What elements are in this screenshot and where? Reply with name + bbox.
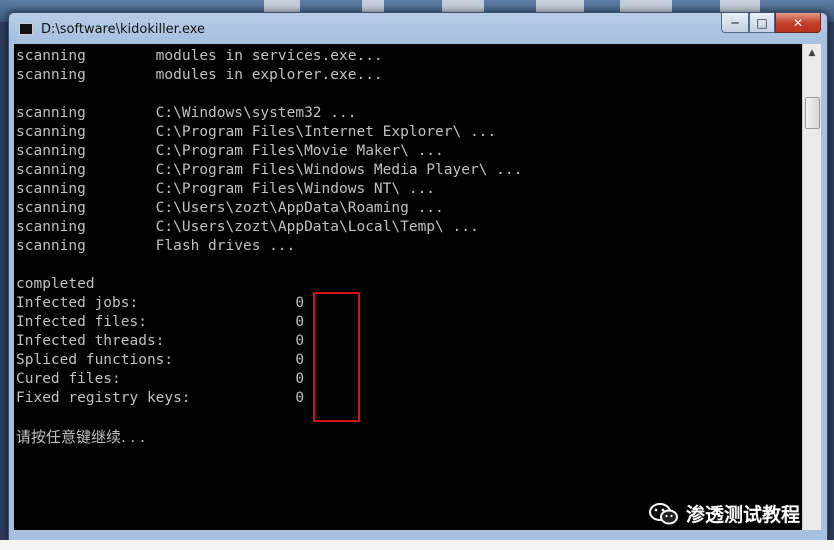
console-line: Fixed registry keys: 0 <box>16 390 305 406</box>
console-line: scanning C:\Program Files\Internet Explo… <box>16 124 497 140</box>
maximize-button[interactable]: □ <box>749 13 775 33</box>
window-controls: ─ □ ✕ <box>721 13 821 35</box>
taskbar-edge <box>0 540 834 550</box>
watermark: 渗透测试教程 <box>648 500 800 527</box>
console-output[interactable]: scanning modules in services.exe... scan… <box>14 44 802 530</box>
wechat-icon <box>649 502 678 524</box>
console-line: Infected jobs: 0 <box>16 295 305 311</box>
scroll-up-arrow-icon[interactable]: ▲ <box>803 44 821 62</box>
window-title: D:\software\kidokiller.exe <box>41 22 206 37</box>
console-line: scanning C:\Program Files\Windows NT\ ..… <box>16 181 436 197</box>
title-bar[interactable]: D:\software\kidokiller.exe ─ □ ✕ <box>9 13 827 45</box>
console-line: scanning C:\Windows\system32 ... <box>16 105 357 121</box>
console-line: scanning C:\Program Files\Windows Media … <box>16 162 523 178</box>
console-line: Spliced functions: 0 <box>16 352 305 368</box>
console-line: scanning C:\Users\zozt\AppData\Roaming .… <box>16 200 444 216</box>
console-line: scanning C:\Users\zozt\AppData\Local\Tem… <box>16 219 479 235</box>
maximize-icon: □ <box>756 15 768 30</box>
console-window: D:\software\kidokiller.exe ─ □ ✕ scannin… <box>8 12 828 542</box>
console-line: scanning modules in explorer.exe... <box>16 67 383 83</box>
highlight-annotation-box <box>313 292 360 422</box>
console-line: scanning Flash drives ... <box>16 238 296 254</box>
console-line: Infected threads: 0 <box>16 333 305 349</box>
close-button[interactable]: ✕ <box>775 13 821 33</box>
watermark-text: 渗透测试教程 <box>686 504 801 526</box>
vertical-scrollbar[interactable]: ▲ <box>802 44 821 530</box>
console-line: Cured files: 0 <box>16 371 305 387</box>
console-line: scanning C:\Program Files\Movie Maker\ .… <box>16 143 444 159</box>
close-icon: ✕ <box>792 15 804 30</box>
console-app-icon <box>19 23 33 35</box>
console-line: 请按任意键继续. . . <box>16 428 145 446</box>
console-line: Infected files: 0 <box>16 314 305 330</box>
scroll-thumb[interactable] <box>805 97 820 129</box>
minimize-icon: ─ <box>731 15 739 30</box>
minimize-button[interactable]: ─ <box>721 13 749 33</box>
console-line: completed <box>16 276 95 292</box>
console-line: scanning modules in services.exe... <box>16 48 383 64</box>
